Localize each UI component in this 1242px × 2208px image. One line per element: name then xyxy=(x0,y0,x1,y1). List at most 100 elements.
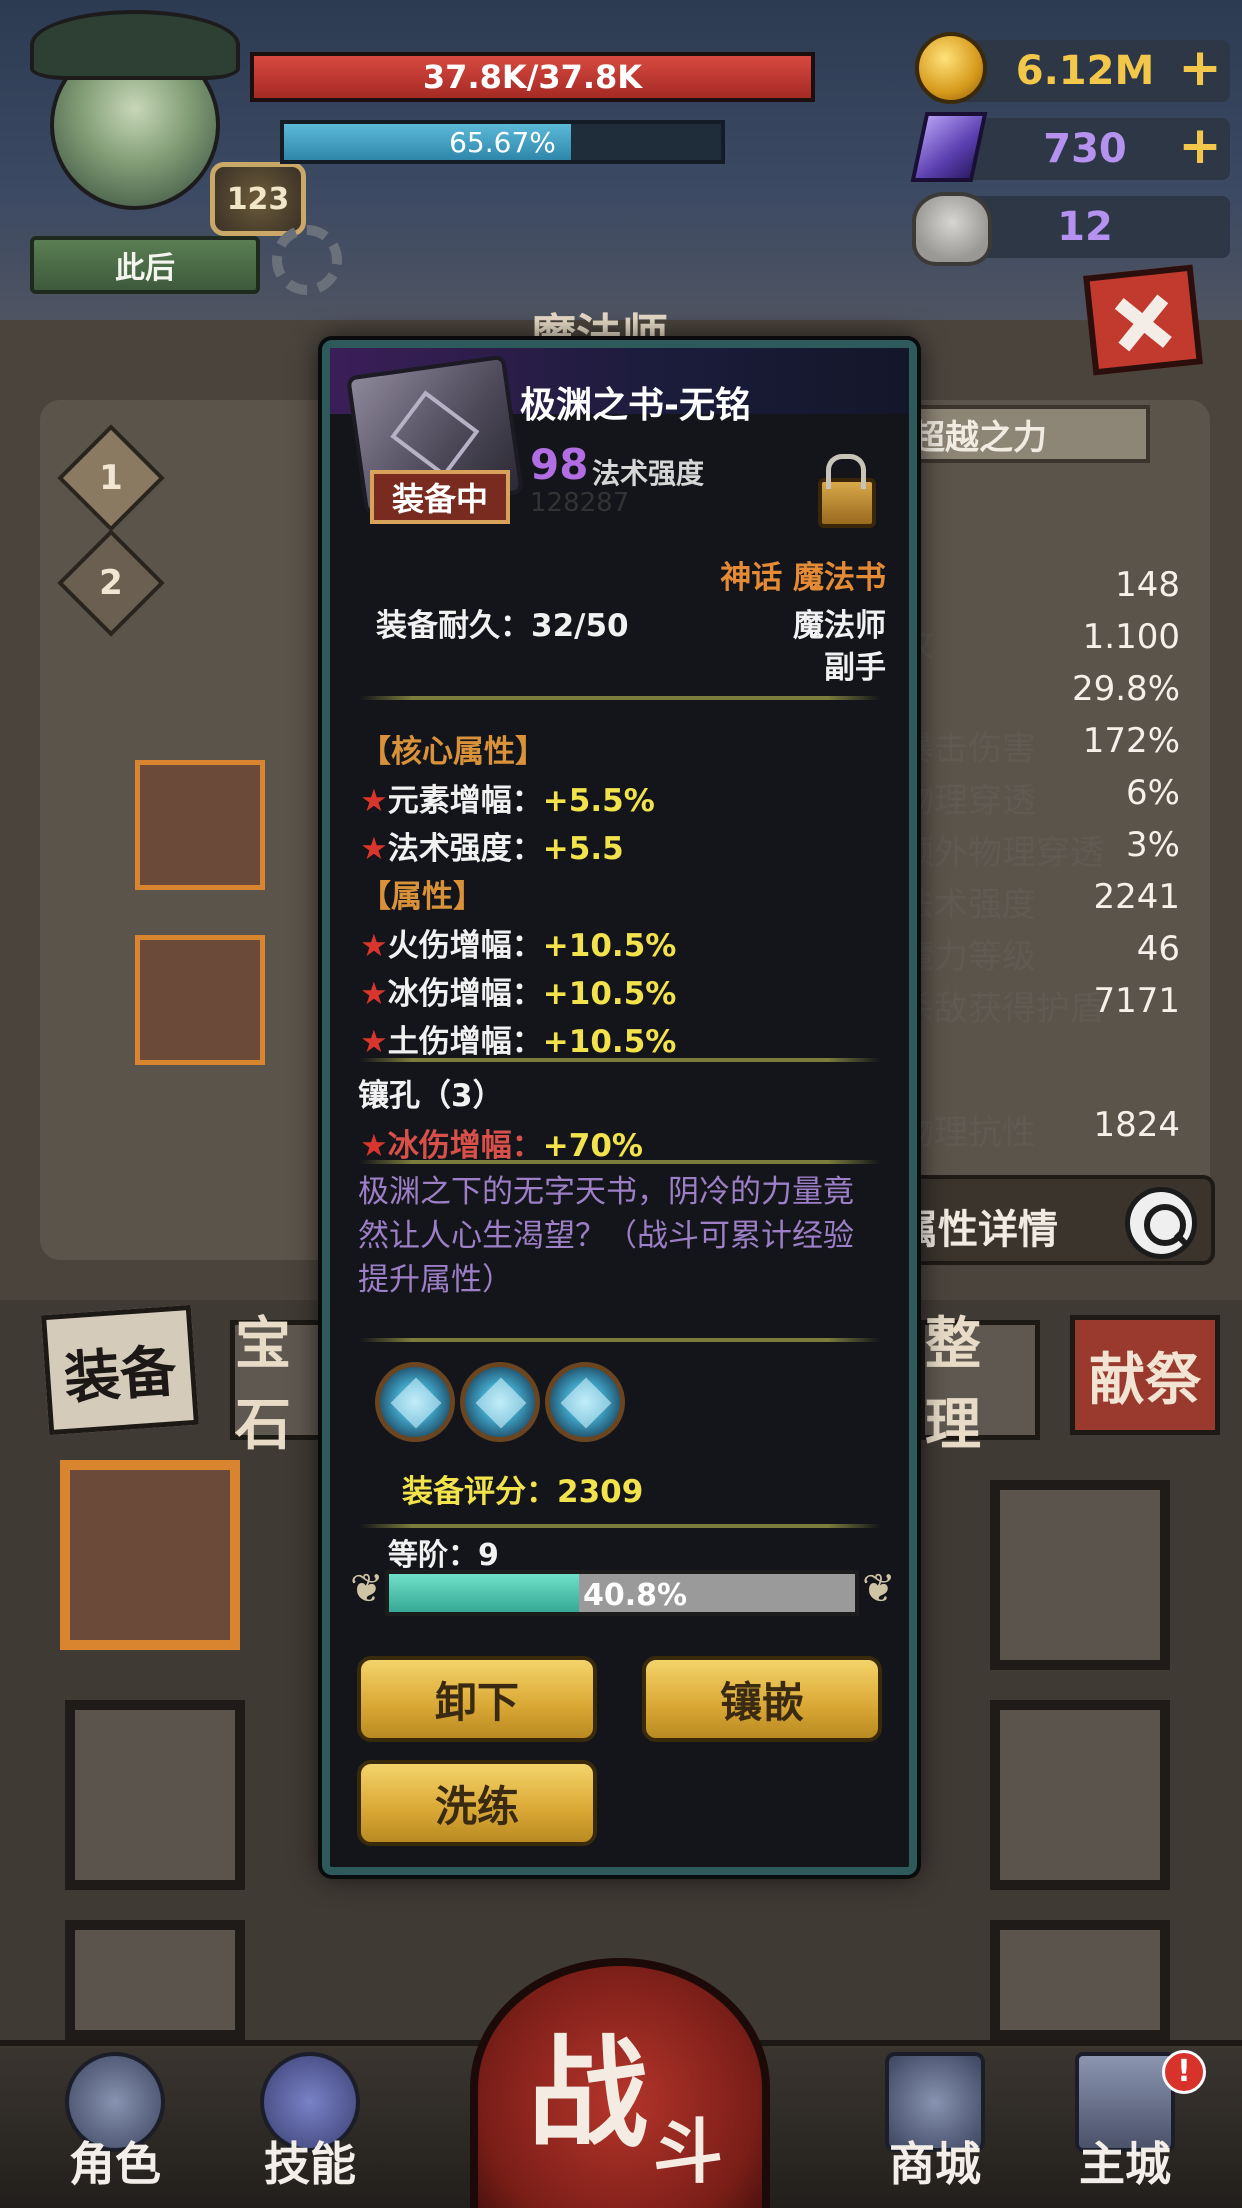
search-icon xyxy=(1125,1187,1197,1259)
attr-row: ★冰伤增幅：+10.5% xyxy=(360,968,676,1013)
inventory-slot-boots[interactable] xyxy=(60,1460,240,1650)
stat-row: 法术强度 2241 xyxy=(900,877,1180,925)
equipped-tag: 装备中 xyxy=(370,470,510,524)
nav-shop-label: 商城 xyxy=(889,2137,981,2191)
crystal-value: 730 xyxy=(1043,126,1127,172)
nav-role-label: 角色 xyxy=(69,2137,161,2191)
attr-value: +10.5% xyxy=(542,976,677,1012)
settings-gear-icon[interactable] xyxy=(272,225,342,295)
attr-name: 土伤增幅： xyxy=(387,1024,543,1060)
divider xyxy=(360,1058,880,1062)
player-name: 此后 xyxy=(30,236,260,294)
star-icon: ★ xyxy=(360,783,388,819)
loadout-tab-2-label: 2 xyxy=(99,563,123,603)
inventory-slot[interactable] xyxy=(990,1920,1170,2040)
ice-gem-icon[interactable] xyxy=(375,1362,455,1442)
item-exp-fill xyxy=(389,1574,580,1612)
attr-value: +10.5% xyxy=(542,928,677,964)
tab-treasure-label: 宝石 xyxy=(235,1312,291,1458)
nav-city-label: 主城 xyxy=(1079,2137,1171,2191)
equipped-staff-slot[interactable] xyxy=(135,935,265,1065)
stat-row: 148 xyxy=(900,565,1180,611)
equipped-ring-slot[interactable] xyxy=(135,760,265,890)
player-level-badge: 123 xyxy=(210,162,306,236)
close-button[interactable] xyxy=(1083,264,1203,376)
loadout-tab-1-label: 1 xyxy=(99,458,123,498)
nav-role[interactable]: 角色 xyxy=(30,2040,200,2208)
item-power-label: 法术强度 xyxy=(592,457,705,490)
star-icon: ★ xyxy=(360,1024,388,1060)
divider xyxy=(360,1338,880,1342)
ice-gem-icon[interactable] xyxy=(545,1362,625,1442)
gold-value: 6.12M xyxy=(1015,48,1155,94)
ram-skull-icon xyxy=(912,192,992,266)
add-crystal-button[interactable]: + xyxy=(1178,120,1222,172)
skull-value: 12 xyxy=(1057,204,1113,250)
attr-value: +5.5% xyxy=(542,783,655,819)
battle-button[interactable]: 战 斗 xyxy=(470,1958,770,2208)
divider xyxy=(360,696,880,700)
star-icon: ★ xyxy=(360,1128,388,1164)
tab-equipment[interactable]: 装备 xyxy=(40,1304,200,1436)
item-durability: 装备耐久：32/50 xyxy=(376,608,629,644)
witch-hat-icon xyxy=(30,10,240,80)
item-class: 魔法师 xyxy=(793,608,886,644)
socket-header: 镶孔（3） xyxy=(358,1078,504,1114)
item-lore: 极渊之下的无字天书，阴冷的力量竟然让人心生渴望？（战斗可累计经验提升属性） xyxy=(358,1174,854,1298)
stat-row: 暴击伤害 172% xyxy=(900,721,1180,769)
stat-value: 1.100 xyxy=(1082,617,1180,657)
attr-name: 冰伤增幅： xyxy=(387,976,543,1012)
tab-sort[interactable]: 整理 xyxy=(920,1312,1040,1458)
mp-bar: 65.67% xyxy=(280,120,725,164)
stat-row: 攻 1.100 xyxy=(900,617,1180,665)
ice-gem-icon[interactable] xyxy=(460,1362,540,1442)
stat-row: 29.8% xyxy=(900,669,1180,715)
item-power-value: 98 xyxy=(530,440,589,489)
mp-text: 65.67% xyxy=(449,125,556,159)
divider xyxy=(360,1160,880,1164)
attr-row: ★火伤增幅：+10.5% xyxy=(360,920,676,965)
stat-label: 额外物理穿透 xyxy=(900,833,1104,873)
hp-text: 37.8K/37.8K xyxy=(422,58,643,96)
stat-value: 6% xyxy=(1126,773,1180,813)
alert-badge-icon: ! xyxy=(1162,2050,1206,2094)
item-slot: 副手 xyxy=(824,650,886,686)
tab-equipment-label: 装备 xyxy=(62,1338,179,1412)
item-rank: 等阶：9 xyxy=(388,1538,499,1573)
tab-treasure[interactable]: 宝石 xyxy=(230,1312,330,1458)
stat-label: 法术强度 xyxy=(900,885,1036,925)
attr-name: 火伤增幅： xyxy=(387,928,543,964)
nav-skills[interactable]: 技能 xyxy=(225,2040,395,2208)
divider xyxy=(360,1524,880,1528)
inventory-slot[interactable] xyxy=(65,1920,245,2040)
attribute-details-button[interactable]: 属性详情 xyxy=(880,1175,1215,1265)
inlay-button[interactable]: 镶嵌 xyxy=(642,1656,882,1742)
inventory-slot[interactable] xyxy=(990,1700,1170,1890)
refine-button[interactable]: 洗练 xyxy=(357,1760,597,1846)
stat-label: 暴击伤害 xyxy=(900,729,1036,769)
stat-value: 29.8% xyxy=(1071,669,1180,709)
star-icon: ★ xyxy=(360,976,388,1012)
stat-row: 魔力等级 46 xyxy=(900,929,1180,977)
item-score: 装备评分：2309 xyxy=(402,1474,644,1510)
nav-shop[interactable]: 商城 xyxy=(850,2040,1020,2208)
attribute-details-label: 属性详情 xyxy=(898,1207,1058,1253)
core-attr-header: 【核心属性】 xyxy=(360,734,546,770)
attr-value: +70% xyxy=(542,1128,643,1164)
stat-label: 物理穿透 xyxy=(900,781,1036,821)
unlock-icon[interactable] xyxy=(818,454,876,528)
battle-label-1: 战 xyxy=(528,2025,648,2164)
unequip-button[interactable]: 卸下 xyxy=(357,1656,597,1742)
stat-label: 杀敌获得护盾 xyxy=(900,989,1104,1029)
inventory-slot[interactable] xyxy=(990,1480,1170,1670)
power-bg-value: 128287 xyxy=(530,488,630,518)
inventory-slot[interactable] xyxy=(65,1700,245,1890)
item-exp-text: 40.8% xyxy=(583,1578,688,1613)
stat-label: 物理抗性 xyxy=(900,1113,1036,1153)
exp-bar-left-cap-icon: ❦ xyxy=(350,1566,384,1612)
star-icon: ★ xyxy=(360,831,388,867)
tab-sacrifice[interactable]: 献祭 xyxy=(1070,1315,1220,1435)
stat-value: 3% xyxy=(1126,825,1180,865)
power-tag[interactable]: 超越之力 xyxy=(895,405,1150,463)
add-gold-button[interactable]: + xyxy=(1178,42,1222,94)
